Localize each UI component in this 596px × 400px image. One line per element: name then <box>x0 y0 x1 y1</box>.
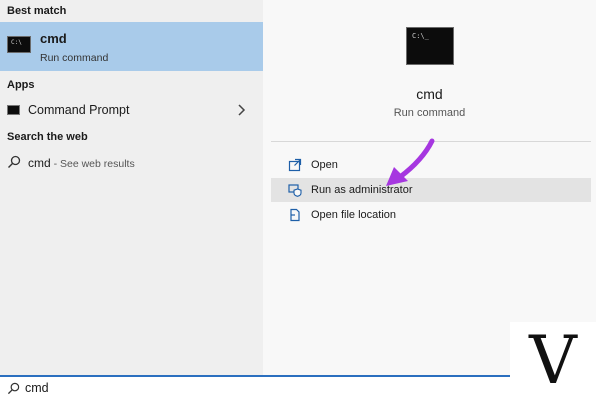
web-search-label: cmd - See web results <box>28 156 135 170</box>
apps-heading: Apps <box>7 79 35 91</box>
app-item-label: Command Prompt <box>28 103 130 117</box>
preview-title: cmd <box>416 86 443 102</box>
terminal-icon <box>7 105 20 115</box>
admin-shield-icon <box>288 184 302 197</box>
best-match-item[interactable]: C:\ cmd Run command <box>0 22 263 71</box>
terminal-icon: C:\ <box>7 36 31 53</box>
best-match-name: cmd <box>40 31 67 46</box>
web-search-query: cmd <box>28 156 51 170</box>
watermark-logo: V <box>510 322 596 400</box>
search-web-heading: Search the web <box>7 131 88 143</box>
file-location-icon <box>290 208 300 222</box>
best-match-heading: Best match <box>7 5 67 17</box>
best-match-subtitle: Run command <box>40 52 109 64</box>
open-file-location-label: Open file location <box>311 209 396 221</box>
search-icon <box>7 382 20 395</box>
search-icon <box>8 155 21 168</box>
web-search-item[interactable]: cmd - See web results <box>0 151 263 173</box>
search-input[interactable] <box>25 379 325 397</box>
open-file-location-action[interactable]: Open file location <box>271 203 591 227</box>
open-action-label: Open <box>311 159 338 171</box>
terminal-icon: C:\_ <box>406 27 454 65</box>
chevron-right-icon[interactable] <box>236 103 246 117</box>
open-icon <box>288 158 302 172</box>
app-item-command-prompt[interactable]: Command Prompt <box>0 98 263 122</box>
web-search-hint: - See web results <box>50 158 135 170</box>
watermark-glyph: V <box>529 322 577 399</box>
search-bar[interactable] <box>0 375 510 400</box>
preview-subtitle: Run command <box>393 107 466 119</box>
search-results-pane: Best match C:\ cmd Run command Apps Comm… <box>0 0 263 375</box>
pointer-arrow-annotation <box>386 138 435 186</box>
